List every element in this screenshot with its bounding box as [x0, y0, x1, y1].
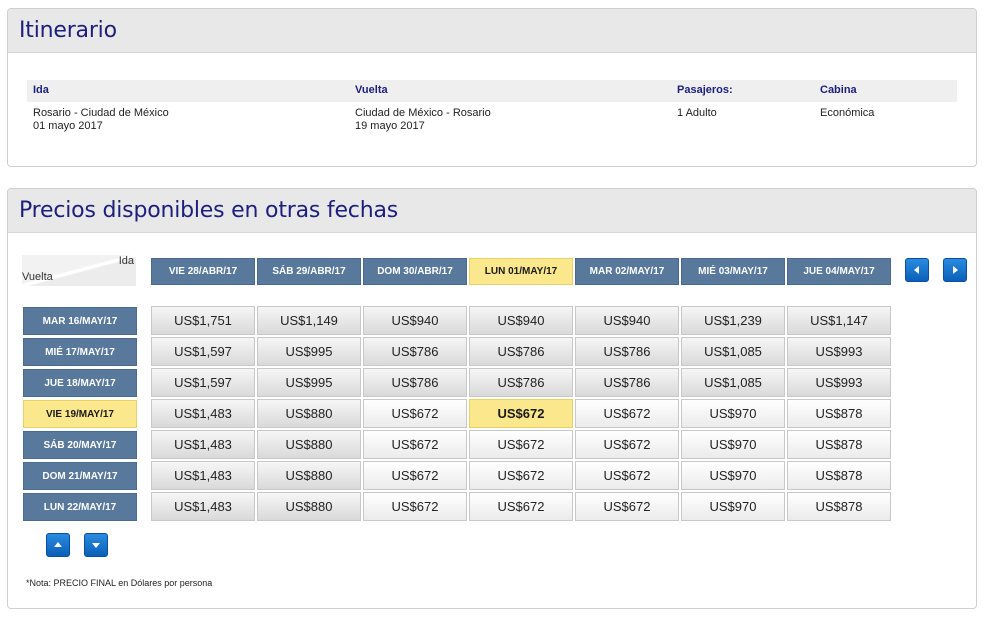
return-date-header[interactable]: DOM 21/MAY/17: [23, 462, 137, 490]
price-cell[interactable]: US$1,483: [151, 492, 255, 521]
price-cell[interactable]: US$940: [363, 306, 467, 335]
price-cell[interactable]: US$878: [787, 430, 891, 459]
next-return-button[interactable]: [84, 533, 108, 557]
price-cell[interactable]: US$1,483: [151, 399, 255, 428]
price-cell[interactable]: US$672: [469, 399, 573, 428]
departure-date-header[interactable]: DOM 30/ABR/17: [363, 258, 467, 285]
cabina-value: Económica: [820, 107, 875, 119]
price-cell[interactable]: US$672: [575, 399, 679, 428]
price-cell[interactable]: US$880: [257, 492, 361, 521]
corner-vuelta-label: Vuelta: [22, 271, 53, 283]
return-date-header[interactable]: MAR 16/MAY/17: [23, 307, 137, 335]
ida-label: Ida: [33, 84, 49, 96]
price-cell[interactable]: US$878: [787, 461, 891, 490]
price-cell[interactable]: US$878: [787, 399, 891, 428]
return-date-header[interactable]: LUN 22/MAY/17: [23, 493, 137, 521]
price-cell[interactable]: US$970: [681, 399, 785, 428]
return-date-header[interactable]: VIE 19/MAY/17: [23, 400, 137, 428]
pasajeros-label: Pasajeros:: [677, 84, 733, 96]
price-cell[interactable]: US$1,597: [151, 337, 255, 366]
departure-date-header[interactable]: SÁB 29/ABR/17: [257, 258, 361, 285]
cabina-label: Cabina: [820, 84, 857, 96]
vuelta-details: Ciudad de México - Rosario 19 mayo 2017: [355, 107, 491, 133]
price-cell[interactable]: US$878: [787, 492, 891, 521]
price-cell[interactable]: US$995: [257, 337, 361, 366]
return-date-header[interactable]: SÁB 20/MAY/17: [23, 431, 137, 459]
price-cell[interactable]: US$970: [681, 461, 785, 490]
price-cell[interactable]: US$1,085: [681, 368, 785, 397]
return-date-header[interactable]: JUE 18/MAY/17: [23, 369, 137, 397]
price-cell[interactable]: US$672: [575, 461, 679, 490]
price-cell[interactable]: US$993: [787, 368, 891, 397]
price-cell[interactable]: US$995: [257, 368, 361, 397]
price-cell[interactable]: US$786: [575, 368, 679, 397]
price-cell[interactable]: US$1,085: [681, 337, 785, 366]
price-cell[interactable]: US$880: [257, 399, 361, 428]
vuelta-route: Ciudad de México - Rosario: [355, 107, 491, 119]
price-cell[interactable]: US$1,483: [151, 461, 255, 490]
itinerary-title: Itinerario: [19, 18, 117, 43]
price-cell[interactable]: US$880: [257, 461, 361, 490]
departure-date-header[interactable]: VIE 28/ABR/17: [151, 258, 255, 285]
price-cell[interactable]: US$672: [575, 430, 679, 459]
price-cell[interactable]: US$940: [575, 306, 679, 335]
price-cell[interactable]: US$672: [363, 430, 467, 459]
price-cell[interactable]: US$672: [469, 430, 573, 459]
price-cell[interactable]: US$1,147: [787, 306, 891, 335]
price-cell[interactable]: US$993: [787, 337, 891, 366]
price-cell[interactable]: US$1,239: [681, 306, 785, 335]
prices-title: Precios disponibles en otras fechas: [19, 198, 398, 223]
prices-panel: Precios disponibles en otras fechas Ida …: [7, 188, 977, 609]
departure-date-header[interactable]: LUN 01/MAY/17: [469, 258, 573, 285]
arrow-up-icon: [54, 542, 62, 547]
next-week-button[interactable]: [943, 258, 967, 282]
departure-date-header[interactable]: JUE 04/MAY/17: [787, 258, 891, 285]
ida-details: Rosario - Ciudad de México 01 mayo 2017: [33, 107, 169, 133]
prev-week-button[interactable]: [905, 258, 929, 282]
price-cell[interactable]: US$672: [363, 399, 467, 428]
itinerary-header: Itinerario: [8, 9, 976, 53]
price-cell[interactable]: US$1,149: [257, 306, 361, 335]
price-cell[interactable]: US$880: [257, 430, 361, 459]
price-cell[interactable]: US$970: [681, 430, 785, 459]
ida-route: Rosario - Ciudad de México: [33, 107, 169, 119]
grid-corner: Ida Vuelta: [22, 255, 136, 286]
itinerary-column-header-bar: Ida Vuelta Pasajeros: Cabina: [27, 80, 957, 102]
price-cell[interactable]: US$1,751: [151, 306, 255, 335]
price-cell[interactable]: US$1,597: [151, 368, 255, 397]
price-cell[interactable]: US$672: [469, 492, 573, 521]
arrow-left-icon: [914, 266, 919, 274]
price-cell[interactable]: US$786: [469, 337, 573, 366]
ida-date: 01 mayo 2017: [33, 120, 103, 132]
price-cell[interactable]: US$672: [575, 492, 679, 521]
price-cell[interactable]: US$786: [469, 368, 573, 397]
prices-header: Precios disponibles en otras fechas: [8, 189, 976, 233]
corner-ida-label: Ida: [118, 255, 134, 267]
prev-return-button[interactable]: [46, 533, 70, 557]
price-cell[interactable]: US$940: [469, 306, 573, 335]
arrow-right-icon: [953, 266, 958, 274]
price-cell[interactable]: US$970: [681, 492, 785, 521]
price-cell[interactable]: US$672: [363, 492, 467, 521]
price-note: *Nota: PRECIO FINAL en Dólares por perso…: [26, 578, 213, 588]
itinerary-panel: Itinerario Ida Vuelta Pasajeros: Cabina …: [7, 8, 977, 167]
price-cell[interactable]: US$786: [363, 368, 467, 397]
arrow-down-icon: [92, 543, 100, 548]
price-cell[interactable]: US$786: [575, 337, 679, 366]
price-cell[interactable]: US$672: [469, 461, 573, 490]
return-date-header[interactable]: MIÉ 17/MAY/17: [23, 338, 137, 366]
departure-date-header[interactable]: MIÉ 03/MAY/17: [681, 258, 785, 285]
price-cell[interactable]: US$1,483: [151, 430, 255, 459]
vuelta-date: 19 mayo 2017: [355, 120, 425, 132]
price-cell[interactable]: US$786: [363, 337, 467, 366]
pasajeros-value: 1 Adulto: [677, 107, 717, 119]
vuelta-label: Vuelta: [355, 84, 388, 96]
departure-date-header[interactable]: MAR 02/MAY/17: [575, 258, 679, 285]
price-cell[interactable]: US$672: [363, 461, 467, 490]
